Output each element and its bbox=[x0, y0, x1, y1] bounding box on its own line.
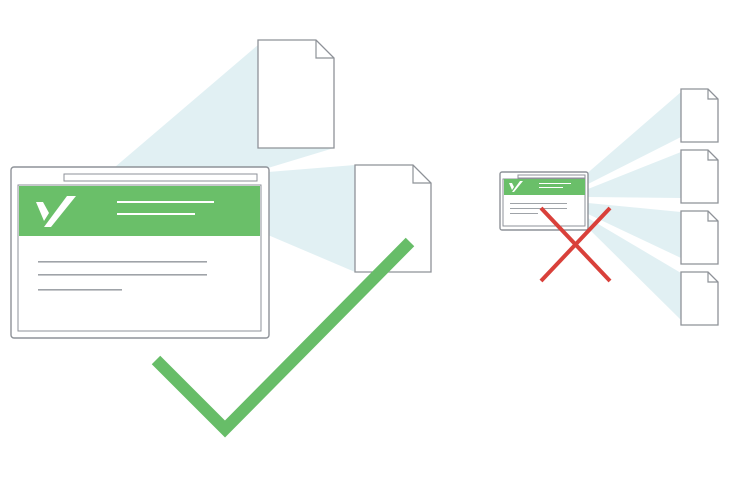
window-address-bar bbox=[63, 173, 258, 182]
left-group bbox=[10, 39, 432, 438]
webpage-window bbox=[10, 166, 270, 339]
small-body-line bbox=[510, 213, 538, 214]
header-title-line bbox=[117, 201, 214, 203]
small-body-line bbox=[510, 203, 567, 204]
small-body-line bbox=[510, 208, 567, 209]
small-header-line bbox=[539, 183, 571, 184]
window-header-banner bbox=[19, 186, 260, 236]
right-group bbox=[499, 88, 719, 326]
body-text-line bbox=[38, 274, 207, 276]
body-text-line bbox=[38, 289, 122, 291]
body-text-line bbox=[38, 261, 207, 263]
document-icon bbox=[257, 39, 335, 149]
document-icon bbox=[680, 271, 719, 326]
document-icon bbox=[680, 88, 719, 143]
document-icon bbox=[680, 210, 719, 265]
small-webpage-window bbox=[499, 171, 589, 231]
beam-left-right bbox=[268, 165, 355, 272]
small-header-line bbox=[539, 187, 563, 188]
small-window-address-bar bbox=[517, 174, 586, 179]
diagram-canvas bbox=[10, 39, 719, 438]
document-icon bbox=[680, 149, 719, 204]
header-subtitle-line bbox=[117, 213, 195, 215]
